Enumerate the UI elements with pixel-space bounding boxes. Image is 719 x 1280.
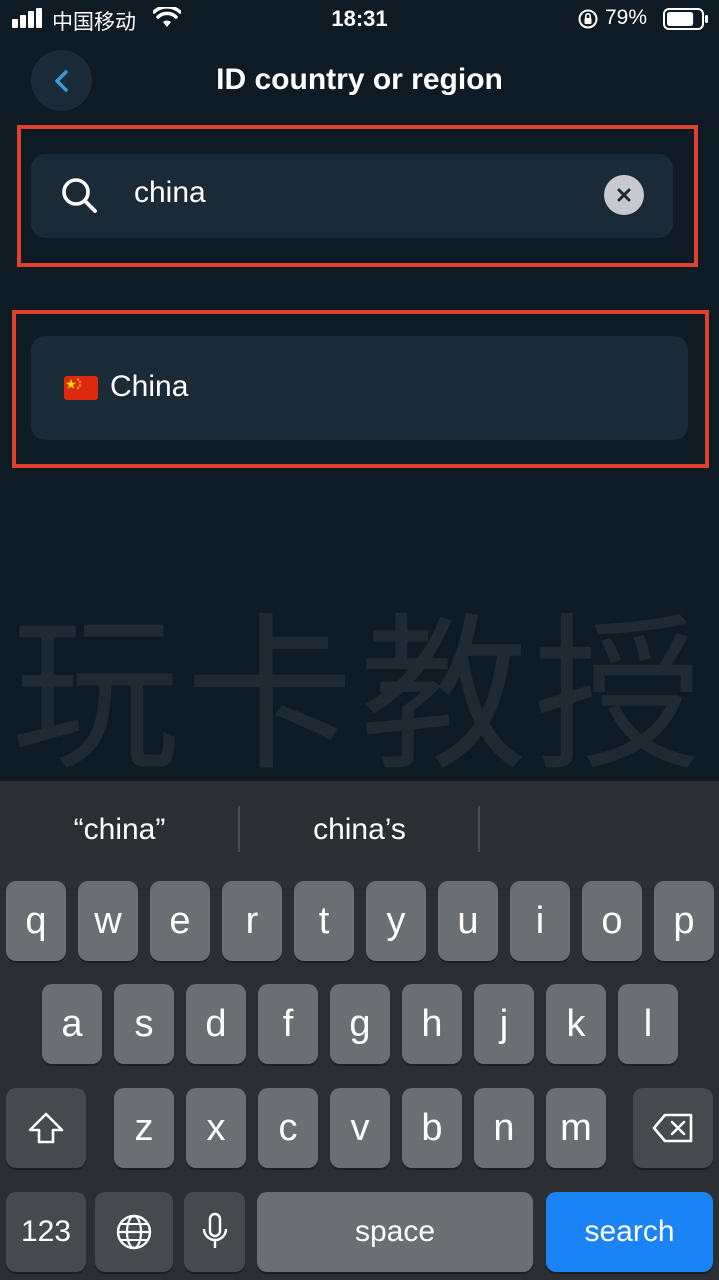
key-a[interactable]: a: [42, 984, 102, 1064]
key-i[interactable]: i: [510, 881, 570, 961]
china-flag-icon: [64, 376, 98, 400]
orientation-lock-icon: [578, 9, 598, 29]
key-o[interactable]: o: [582, 881, 642, 961]
key-j[interactable]: j: [474, 984, 534, 1064]
delete-key[interactable]: [633, 1088, 713, 1168]
globe-icon: [116, 1214, 152, 1250]
key-r[interactable]: r: [222, 881, 282, 961]
suggestion-3[interactable]: [480, 781, 719, 879]
microphone-icon: [202, 1212, 227, 1248]
search-input[interactable]: [31, 154, 673, 238]
search-input-value[interactable]: china: [134, 176, 206, 210]
key-m[interactable]: m: [546, 1088, 606, 1168]
globe-key[interactable]: [95, 1192, 173, 1272]
clear-search-button[interactable]: [604, 175, 644, 215]
key-g[interactable]: g: [330, 984, 390, 1064]
key-l[interactable]: l: [618, 984, 678, 1064]
page-title: ID country or region: [216, 63, 503, 96]
shift-icon: [28, 1112, 64, 1144]
key-n[interactable]: n: [474, 1088, 534, 1168]
key-x[interactable]: x: [186, 1088, 246, 1168]
key-c[interactable]: c: [258, 1088, 318, 1168]
search-key[interactable]: search: [546, 1192, 713, 1272]
key-k[interactable]: k: [546, 984, 606, 1064]
backspace-icon: [652, 1113, 693, 1143]
battery-icon: [663, 8, 708, 30]
key-e[interactable]: e: [150, 881, 210, 961]
search-icon: [62, 178, 97, 213]
microphone-key[interactable]: [184, 1192, 245, 1272]
shift-key[interactable]: [6, 1088, 86, 1168]
key-q[interactable]: q: [6, 881, 66, 961]
key-f[interactable]: f: [258, 984, 318, 1064]
key-h[interactable]: h: [402, 984, 462, 1064]
key-z[interactable]: z: [114, 1088, 174, 1168]
space-key[interactable]: space: [257, 1192, 533, 1272]
key-w[interactable]: w: [78, 881, 138, 961]
suggestion-1[interactable]: “china”: [0, 781, 239, 879]
watermark-text: 玩卡教授: [11, 598, 708, 794]
numbers-key[interactable]: 123: [6, 1192, 86, 1272]
key-b[interactable]: b: [402, 1088, 462, 1168]
key-d[interactable]: d: [186, 984, 246, 1064]
keyboard: “china” china’s q w e r t y u i o p a s …: [0, 781, 719, 1280]
suggestion-2[interactable]: china’s: [240, 781, 479, 879]
close-icon: [617, 188, 631, 202]
list-item-label: China: [110, 370, 189, 403]
key-t[interactable]: t: [294, 881, 354, 961]
battery-percent: 79%: [605, 6, 648, 29]
key-v[interactable]: v: [330, 1088, 390, 1168]
key-p[interactable]: p: [654, 881, 714, 961]
key-y[interactable]: y: [366, 881, 426, 961]
key-s[interactable]: s: [114, 984, 174, 1064]
status-bar: 中国移动 18:31 79%: [0, 0, 719, 40]
key-u[interactable]: u: [438, 881, 498, 961]
